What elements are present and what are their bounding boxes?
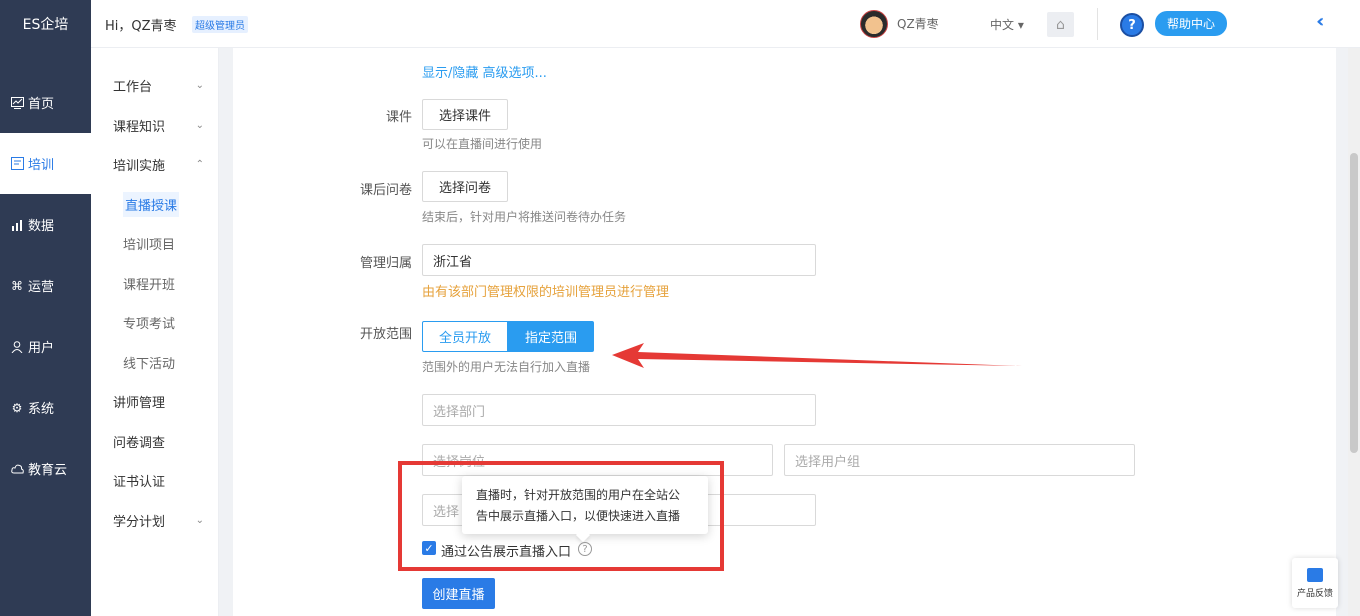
sidebar-item-label: 教育云	[28, 463, 68, 478]
gear-icon: ⚙	[11, 400, 23, 415]
subnav-workbench[interactable]: 工作台 ⌄	[91, 66, 218, 106]
subnav-label: 问卷调查	[113, 435, 166, 451]
sidebar-item-training[interactable]: 培训	[0, 133, 104, 194]
chevron-up-icon: ⌃	[195, 159, 204, 171]
chevron-down-icon: ⌄	[195, 514, 204, 526]
bar-chart-icon	[10, 218, 24, 232]
create-live-button[interactable]: 创建直播	[422, 578, 495, 609]
secondary-sidebar: 工作台 ⌄ 课程知识 ⌄ 培训实施 ⌃ 直播授课 培训项目 课程开班 专项考试 线下活…	[91, 48, 219, 616]
user-group-select[interactable]: 选择用户组	[784, 444, 1135, 476]
feedback-icon	[1307, 567, 1323, 582]
chevron-down-icon: ⌄	[195, 119, 204, 131]
brand-logo[interactable]: ES企培	[0, 0, 91, 48]
divider	[1097, 8, 1098, 40]
scope-toggle: 全员开放 指定范围	[422, 321, 594, 352]
home-icon[interactable]: ⌂	[1047, 12, 1074, 37]
greeting: Hi，QZ青枣	[105, 19, 177, 34]
owner-label: 管理归属	[359, 256, 412, 271]
help-center-button[interactable]: 帮助中心	[1155, 11, 1228, 36]
main-sidebar: ES企培 首页 培训 数据 ⌘ 运营 用户 ⚙ 系统 教育云	[0, 0, 104, 616]
scope-all-option[interactable]: 全员开放	[422, 321, 508, 352]
subnav-label: 课程开班	[123, 277, 176, 293]
scope-hint: 范围外的用户无法自行加入直播	[422, 360, 591, 374]
sidebar-item-users[interactable]: 用户	[0, 316, 91, 377]
survey-hint: 结束后，针对用户将推送问卷待办任务	[422, 210, 627, 224]
subnav-label: 专项考试	[123, 317, 176, 333]
subnav-course-knowledge[interactable]: 课程知识 ⌄	[91, 106, 218, 146]
sidebar-item-system[interactable]: ⚙ 系统	[0, 377, 91, 438]
subnav-class[interactable]: 课程开班	[91, 264, 218, 304]
scope-specified-option[interactable]: 指定范围	[508, 321, 594, 352]
department-select[interactable]: 选择部门	[422, 394, 816, 426]
subnav-live[interactable]: 直播授课	[91, 185, 218, 225]
subnav-label: 证书认证	[113, 475, 166, 491]
subnav-label: 线下活动	[123, 356, 176, 372]
avatar[interactable]	[860, 10, 888, 38]
cloud-icon	[10, 462, 24, 476]
subnav-label: 直播授课	[123, 191, 180, 217]
help-question-icon[interactable]: ?	[1120, 13, 1144, 37]
chart-icon	[10, 96, 24, 110]
annotation-arrow	[612, 343, 1022, 368]
subnav-label: 培训项目	[123, 238, 176, 254]
top-bar: Hi，QZ青枣 超级管理员 QZ青枣 中文 ▾ ⌂ ? 帮助中心 ‹‹	[91, 0, 1360, 48]
sidebar-item-label: 数据	[28, 219, 55, 234]
subnav-label: 学分计划	[113, 514, 166, 530]
select-survey-button[interactable]: 选择问卷	[422, 171, 508, 202]
subnav-cert[interactable]: 证书认证	[91, 461, 218, 501]
owner-select[interactable]: 浙江省	[422, 244, 816, 276]
sidebar-item-label: 培训	[28, 158, 55, 173]
subnav-credit[interactable]: 学分计划 ⌄	[91, 501, 218, 541]
sidebar-item-operations[interactable]: ⌘ 运营	[0, 255, 91, 316]
chevron-down-icon: ⌄	[195, 80, 204, 92]
subnav-training-impl[interactable]: 培训实施 ⌃	[91, 145, 218, 185]
sidebar-item-label: 用户	[28, 341, 55, 356]
subnav-survey[interactable]: 问卷调查	[91, 422, 218, 462]
subnav-label: 课程知识	[113, 119, 166, 135]
scrollbar[interactable]	[1348, 48, 1360, 616]
sidebar-item-label: 系统	[28, 402, 55, 417]
sidebar-item-label: 首页	[28, 97, 55, 112]
annotation-box	[398, 461, 724, 571]
sidebar-item-label: 运营	[28, 280, 55, 295]
scope-label: 开放范围	[359, 327, 412, 342]
username[interactable]: QZ青枣	[897, 15, 939, 32]
subnav-project[interactable]: 培训项目	[91, 224, 218, 264]
book-icon	[10, 157, 24, 171]
subnav-label: 工作台	[113, 80, 153, 96]
courseware-label: 课件	[385, 110, 412, 125]
subnav-lecturer[interactable]: 讲师管理	[91, 382, 218, 422]
subnav-exam[interactable]: 专项考试	[91, 303, 218, 343]
subnav-label: 讲师管理	[113, 396, 166, 412]
sidebar-item-edu-cloud[interactable]: 教育云	[0, 438, 91, 499]
user-icon	[10, 340, 24, 354]
subnav-label: 培训实施	[113, 159, 166, 175]
courseware-hint: 可以在直播间进行使用	[422, 137, 543, 151]
owner-hint: 由有该部门管理权限的培训管理员进行管理	[422, 285, 670, 300]
cmd-icon: ⌘	[11, 278, 23, 293]
feedback-label: 产品反馈	[1296, 588, 1333, 599]
advanced-options-link[interactable]: 显示/隐藏 高级选项...	[422, 62, 547, 81]
subnav-offline[interactable]: 线下活动	[91, 343, 218, 383]
scrollbar-thumb[interactable]	[1350, 153, 1358, 453]
role-badge: 超级管理员	[192, 16, 248, 33]
sidebar-item-home[interactable]: 首页	[0, 72, 91, 133]
feedback-widget[interactable]: 产品反馈	[1292, 558, 1338, 608]
select-courseware-button[interactable]: 选择课件	[422, 99, 508, 130]
language-selector[interactable]: 中文 ▾	[990, 16, 1024, 33]
sidebar-item-data[interactable]: 数据	[0, 194, 91, 255]
survey-label: 课后问卷	[359, 183, 412, 198]
collapse-icon[interactable]: ‹‹	[1316, 11, 1326, 32]
